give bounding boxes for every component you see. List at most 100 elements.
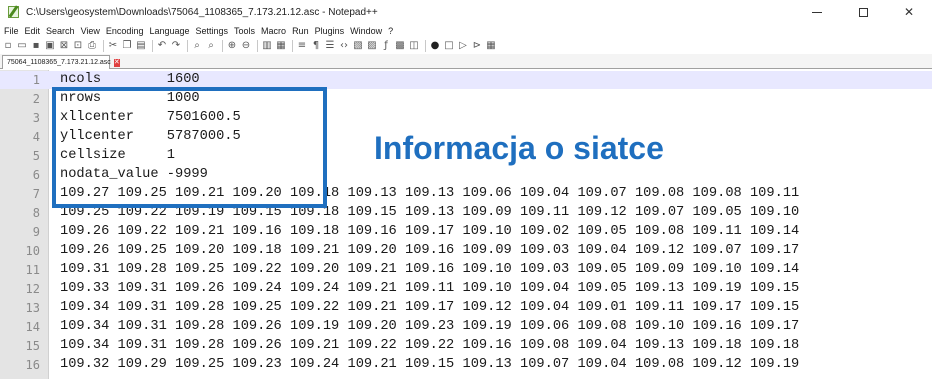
save-all-icon[interactable]: ▣ (44, 40, 56, 52)
line-number: 8 (32, 206, 40, 220)
function-list-icon[interactable]: ▨ (366, 40, 378, 52)
line-number: 7 (32, 187, 40, 201)
editor-line[interactable]: 13 109.34 109.31 109.28 109.25 109.22 109… (0, 299, 932, 317)
tab-label: 75064_1108365_7.173.21.12.asc (7, 59, 111, 66)
menu-item-tools[interactable]: Tools (234, 26, 255, 36)
replace-icon[interactable]: ⌕ (205, 40, 217, 52)
run-macro-multiple-icon[interactable]: ⊳ (471, 40, 483, 52)
cut-icon[interactable]: ✂ (107, 40, 119, 52)
menu-item-run[interactable]: Run (292, 26, 309, 36)
line-number: 11 (25, 263, 40, 277)
xml-icon[interactable]: ‹› (338, 40, 350, 52)
editor-line[interactable]: 11 109.31 109.28 109.25 109.22 109.20 109… (0, 261, 932, 279)
menu-item-help[interactable]: ? (388, 26, 393, 36)
window-title: C:\Users\geosystem\Downloads\75064_11083… (26, 6, 378, 18)
line-number: 6 (32, 168, 40, 182)
menu-item-settings[interactable]: Settings (196, 26, 229, 36)
minimize-icon (812, 11, 822, 13)
maximize-button[interactable] (840, 0, 886, 24)
fx-icon[interactable]: ƒ (380, 40, 392, 52)
editor-line[interactable]: 14 109.34 109.31 109.28 109.26 109.19 109… (0, 318, 932, 336)
editor-line[interactable]: 12 109.33 109.31 109.26 109.24 109.24 109… (0, 280, 932, 298)
copy-icon[interactable]: ❐ (121, 40, 133, 52)
line-number: 5 (32, 149, 40, 163)
annotation-label: Informacja o siatce (374, 130, 664, 166)
tab-bar: 75064_1108365_7.173.21.12.asc ✕ (0, 54, 932, 69)
menu-item-window[interactable]: Window (350, 26, 382, 36)
menu-item-file[interactable]: File (4, 26, 19, 36)
editor-line[interactable]: 9 109.26 109.22 109.21 109.16 109.18 109.… (0, 223, 932, 241)
title-bar: C:\Users\geosystem\Downloads\75064_11083… (0, 0, 932, 24)
sync-v-icon[interactable]: ▥ (261, 40, 273, 52)
menu-item-plugins[interactable]: Plugins (315, 26, 345, 36)
close-all-icon[interactable]: ⊡ (72, 40, 84, 52)
doc-map-icon[interactable]: ▧ (352, 40, 364, 52)
close-icon: ✕ (113, 58, 120, 66)
line-number: 1 (32, 73, 40, 87)
line-number: 12 (25, 282, 40, 296)
line-number: 13 (25, 301, 40, 315)
undo-icon[interactable]: ↶ (156, 40, 168, 52)
record-macro-icon[interactable]: ● (429, 40, 441, 52)
line-number: 10 (25, 244, 40, 258)
zoom-out-icon[interactable]: ⊖ (240, 40, 252, 52)
line-text: 109.34 109.31 109.28 109.26 109.21 109.2… (60, 338, 800, 353)
header-highlight-box (52, 87, 327, 208)
notepad-plus-plus-icon (7, 5, 21, 19)
show-all-chars-icon[interactable]: ¶ (310, 40, 322, 52)
line-number: 14 (25, 320, 40, 334)
toolbar-separator (103, 40, 104, 52)
indent-guide-icon[interactable]: ☰ (324, 40, 336, 52)
open-file-icon[interactable]: ▭ (16, 40, 28, 52)
menu-item-encoding[interactable]: Encoding (106, 26, 144, 36)
line-number: 2 (32, 92, 40, 106)
close-icon[interactable]: ⊠ (58, 40, 70, 52)
minimize-button[interactable] (794, 0, 840, 24)
save-macro-icon[interactable]: ▦ (485, 40, 497, 52)
find-icon[interactable]: ⌕ (191, 40, 203, 52)
monitor-icon[interactable]: ▩ (394, 40, 406, 52)
line-text: 109.32 109.29 109.25 109.23 109.24 109.2… (60, 357, 800, 372)
editor-line[interactable]: 10 109.26 109.25 109.20 109.18 109.21 109… (0, 242, 932, 260)
tab-close-button[interactable]: ✕ (113, 58, 120, 67)
zoom-in-icon[interactable]: ⊕ (226, 40, 238, 52)
redo-icon[interactable]: ↷ (170, 40, 182, 52)
line-text: 109.33 109.31 109.26 109.24 109.24 109.2… (60, 281, 800, 296)
toolbar-separator (257, 40, 258, 52)
stop-macro-icon[interactable]: □ (443, 40, 455, 52)
line-text: 109.26 109.25 109.20 109.18 109.21 109.2… (60, 243, 800, 258)
menu-bar: File Edit Search View Encoding Language Settin… (0, 24, 932, 38)
line-text: 109.31 109.28 109.25 109.22 109.20 109.2… (60, 262, 800, 277)
toolbar-separator (187, 40, 188, 52)
window-controls: ✕ (794, 0, 932, 24)
line-number: 9 (32, 225, 40, 239)
menu-item-view[interactable]: View (81, 26, 100, 36)
paste-icon[interactable]: ▤ (135, 40, 147, 52)
editor-line[interactable]: 16 109.32 109.29 109.25 109.23 109.24 109… (0, 356, 932, 374)
line-number: 3 (32, 111, 40, 125)
line-number: 15 (25, 339, 40, 353)
play-macro-icon[interactable]: ▷ (457, 40, 469, 52)
toolbar-separator (222, 40, 223, 52)
maximize-icon (858, 7, 868, 17)
new-file-icon[interactable]: ▫ (2, 40, 14, 52)
menu-item-language[interactable]: Language (149, 26, 189, 36)
toolbar: ▫ ▭ ▪ ▣ ⊠ ⊡ ⎙ ✂ ❐ ▤ ↶ ↷ ⌕ ⌕ ⊕ ⊖ ▥ ▦ ≡ ¶ ☰ ‹› ▧ ▨ ƒ ▩ ◫ ● □ ▷ ⊳ ▦ (0, 38, 932, 54)
line-text: 109.34 109.31 109.28 109.26 109.19 109.2… (60, 319, 800, 334)
line-number: 16 (25, 358, 40, 372)
close-window-button[interactable]: ✕ (886, 0, 932, 24)
toolbar-separator (292, 40, 293, 52)
toolbar-separator (425, 40, 426, 52)
print-icon[interactable]: ⎙ (86, 40, 98, 52)
line-text: 109.34 109.31 109.28 109.25 109.22 109.2… (60, 300, 800, 315)
tab-file[interactable]: 75064_1108365_7.173.21.12.asc ✕ (2, 55, 120, 69)
folder-workspace-icon[interactable]: ◫ (408, 40, 420, 52)
wrap-icon[interactable]: ≡ (296, 40, 308, 52)
sync-h-icon[interactable]: ▦ (275, 40, 287, 52)
editor-line[interactable]: 15 109.34 109.31 109.28 109.26 109.21 109… (0, 337, 932, 355)
toolbar-separator (152, 40, 153, 52)
menu-item-search[interactable]: Search (46, 26, 75, 36)
menu-item-macro[interactable]: Macro (261, 26, 286, 36)
menu-item-edit[interactable]: Edit (25, 26, 41, 36)
save-icon[interactable]: ▪ (30, 40, 42, 52)
